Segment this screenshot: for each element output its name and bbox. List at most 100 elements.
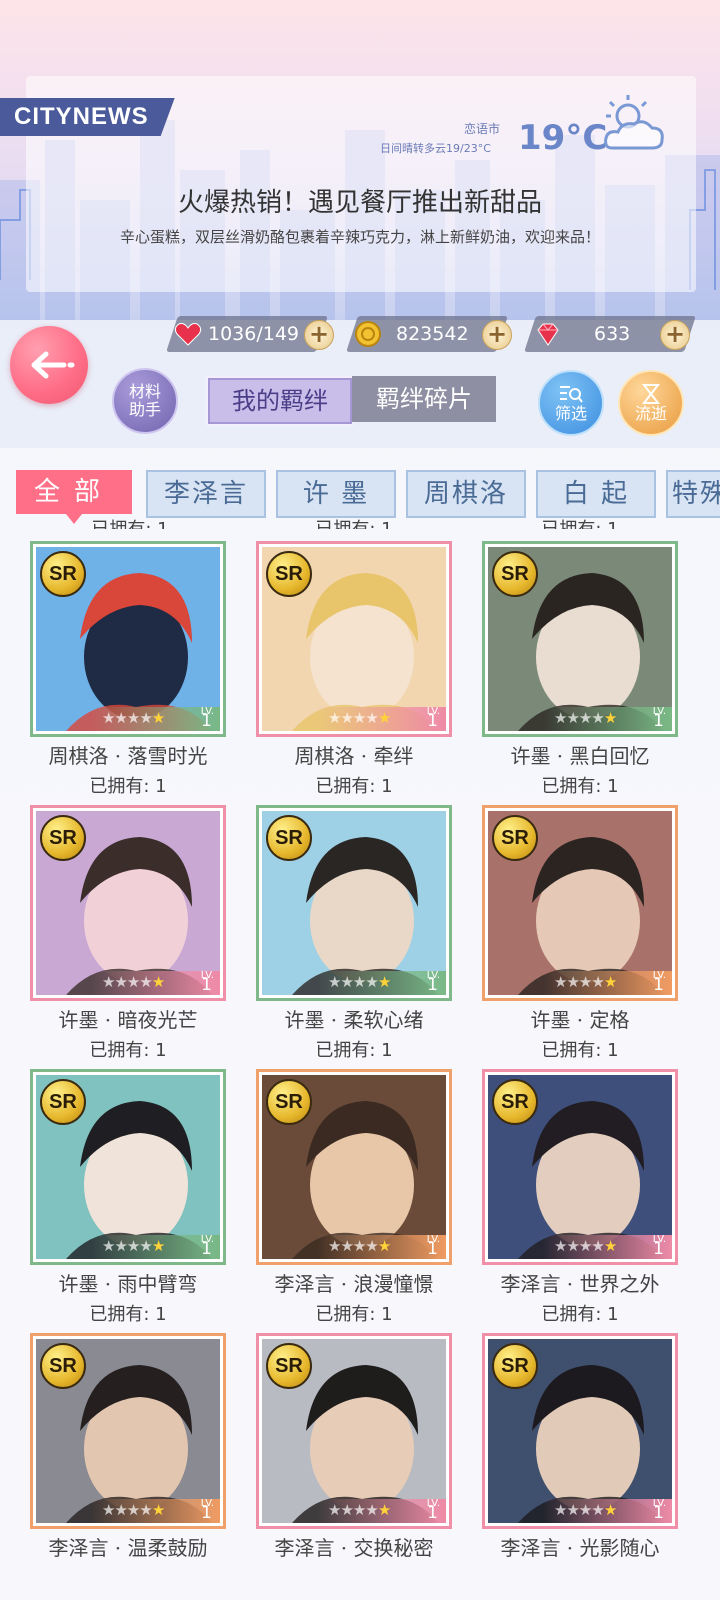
star-icon: ★ [102, 973, 115, 991]
star-icon: ★ [377, 1237, 391, 1255]
star-icon: ★ [114, 709, 127, 727]
star-icon: ★ [365, 1501, 378, 1519]
star-icon: ★ [340, 1501, 353, 1519]
weather-temperature: 19°C [518, 118, 608, 158]
card-name: 许墨 · 定格 [530, 1008, 630, 1032]
star-rating: ★★★★★ [554, 973, 617, 991]
sr-rarity-badge: SR [40, 551, 86, 597]
level-number: 1 [427, 711, 438, 731]
diamond-icon [537, 323, 559, 346]
star-icon: ★ [578, 1501, 592, 1519]
star-icon: ★ [554, 1501, 567, 1519]
coin-icon [355, 321, 381, 347]
star-icon: ★ [340, 709, 353, 727]
star-icon: ★ [578, 709, 592, 727]
filter-tab-zhouqiluo[interactable]: 周棋洛 [406, 470, 526, 518]
star-icon: ★ [377, 1501, 391, 1519]
material-helper-button[interactable]: 材料 助手 [112, 368, 178, 434]
filter-tab-xumo[interactable]: 许 墨 [276, 470, 396, 518]
card-owned-count: 已拥有: 1 [315, 776, 393, 797]
card-name: 李泽言 · 世界之外 [500, 1272, 660, 1296]
bond-card[interactable]: SR ★★★★★ LV. 1 [482, 541, 678, 737]
star-icon: ★ [151, 973, 165, 991]
star-icon: ★ [139, 973, 152, 991]
star-rating: ★★★★★ [102, 709, 165, 727]
bond-card[interactable]: SR ★★★★★ LV. 1 [482, 1333, 678, 1529]
bond-card[interactable]: SR ★★★★★ LV. 1 [256, 541, 452, 737]
bond-card[interactable]: SR ★★★★★ LV. 1 [482, 1069, 678, 1265]
star-icon: ★ [566, 1237, 579, 1255]
star-icon: ★ [352, 1237, 366, 1255]
filter-tab-all[interactable]: 全部 [16, 470, 132, 514]
star-icon: ★ [114, 1501, 127, 1519]
level-number: 1 [201, 1503, 212, 1523]
partial-owned-label: 已拥有: 1 [244, 515, 464, 529]
star-rating: ★★★★★ [554, 1501, 617, 1519]
level-number: 1 [653, 1239, 664, 1259]
sr-rarity-badge: SR [492, 1343, 538, 1389]
star-rating: ★★★★★ [328, 1501, 391, 1519]
card-owned-count: 已拥有: 1 [541, 776, 619, 797]
back-button[interactable] [10, 326, 88, 404]
filter-tab-special[interactable]: 特殊 [666, 470, 720, 518]
card-name: 李泽言 · 交换秘密 [274, 1536, 434, 1560]
bond-card[interactable]: SR ★★★★★ LV. 1 [30, 1333, 226, 1529]
card-name: 李泽言 · 浪漫憧憬 [274, 1272, 434, 1296]
star-icon: ★ [365, 973, 378, 991]
filter-button[interactable]: 筛选 [538, 370, 604, 436]
card-name: 许墨 · 柔软心绪 [284, 1008, 424, 1032]
city-news-banner: CITYNEWS 恋语市 日间晴转多云19/23°C 19°C 火爆热销！遇见餐… [0, 0, 720, 320]
filter-tab-lizeyan[interactable]: 李泽言 [146, 470, 266, 518]
star-icon: ★ [591, 973, 604, 991]
star-icon: ★ [591, 1237, 604, 1255]
coin-value: 823542 [396, 323, 469, 345]
card-name: 许墨 · 暗夜光芒 [58, 1008, 198, 1032]
bond-card[interactable]: SR ★★★★★ LV. 1 [30, 805, 226, 1001]
star-icon: ★ [365, 709, 378, 727]
star-rating: ★★★★★ [102, 1237, 165, 1255]
bond-card[interactable]: SR ★★★★★ LV. 1 [30, 1069, 226, 1265]
star-rating: ★★★★★ [554, 1237, 617, 1255]
card-name: 许墨 · 黑白回忆 [510, 744, 650, 768]
card-name: 李泽言 · 温柔鼓励 [48, 1536, 208, 1560]
card-owned-count: 已拥有: 1 [89, 776, 167, 797]
add-stamina-button[interactable]: + [304, 320, 334, 350]
add-coins-button[interactable]: + [482, 320, 512, 350]
level-number: 1 [201, 1239, 212, 1259]
star-icon: ★ [578, 973, 592, 991]
filter-label: 筛选 [554, 404, 587, 423]
bond-card[interactable]: SR ★★★★★ LV. 1 [482, 805, 678, 1001]
bond-card[interactable]: SR ★★★★★ LV. 1 [256, 805, 452, 1001]
card-name: 李泽言 · 光影随心 [500, 1536, 660, 1560]
diamond-value: 633 [594, 323, 631, 345]
tab-my-bonds[interactable]: 我的羁绊 [206, 376, 354, 426]
card-owned-count: 已拥有: 1 [89, 1040, 167, 1061]
card-name: 周棋洛 · 牵绊 [294, 744, 414, 768]
star-icon: ★ [328, 973, 341, 991]
sr-rarity-badge: SR [492, 815, 538, 861]
star-icon: ★ [102, 709, 115, 727]
card-name: 周棋洛 · 落雪时光 [48, 744, 208, 768]
partial-owned-label: 已拥有: 1 [20, 515, 240, 529]
bond-card[interactable]: SR ★★★★★ LV. 1 [256, 1069, 452, 1265]
card-owned-count: 已拥有: 1 [541, 1040, 619, 1061]
filter-search-icon [560, 386, 583, 403]
level-number: 1 [653, 1503, 664, 1523]
level-number: 1 [427, 1239, 438, 1259]
star-icon: ★ [151, 709, 165, 727]
star-icon: ★ [102, 1501, 115, 1519]
filter-tab-baiqi[interactable]: 白 起 [536, 470, 656, 518]
sr-rarity-badge: SR [492, 1079, 538, 1125]
bond-card[interactable]: SR ★★★★★ LV. 1 [30, 541, 226, 737]
star-icon: ★ [328, 1501, 341, 1519]
tab-bond-fragments[interactable]: 羁绊碎片 [352, 376, 496, 422]
add-diamonds-button[interactable]: + [660, 320, 690, 350]
sr-rarity-badge: SR [40, 815, 86, 861]
bond-card[interactable]: SR ★★★★★ LV. 1 [256, 1333, 452, 1529]
partly-cloudy-icon [604, 95, 664, 150]
sr-rarity-badge: SR [492, 551, 538, 597]
star-icon: ★ [603, 1237, 617, 1255]
star-icon: ★ [114, 1237, 127, 1255]
star-rating: ★★★★★ [328, 1237, 391, 1255]
flow-button[interactable]: 流逝 [618, 370, 684, 436]
